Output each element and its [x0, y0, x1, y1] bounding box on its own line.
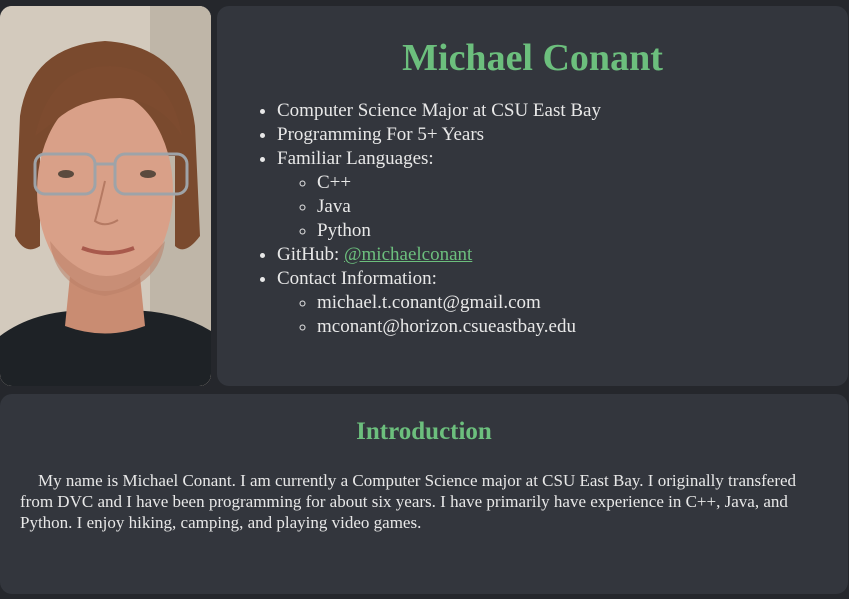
- fact-experience: Programming For 5+ Years: [277, 123, 848, 147]
- fact-contact: Contact Information: michael.t.conant@gm…: [277, 267, 848, 339]
- fact-major: Computer Science Major at CSU East Bay: [277, 99, 848, 123]
- introduction-heading: Introduction: [356, 418, 492, 445]
- contact-list: michael.t.conant@gmail.com mconant@horiz…: [277, 291, 848, 339]
- page: Michael Conant Computer Science Major at…: [0, 0, 849, 599]
- languages-label: Familiar Languages:: [277, 148, 434, 169]
- github-label: GitHub:: [277, 244, 340, 265]
- profile-photo-icon: [0, 6, 211, 386]
- languages-list: C++ Java Python: [277, 171, 848, 243]
- fact-languages: Familiar Languages: C++ Java Python: [277, 147, 848, 243]
- profile-facts-list: Computer Science Major at CSU East Bay P…: [217, 99, 848, 339]
- language-item: Python: [317, 219, 848, 243]
- github-link[interactable]: @michaelconant: [344, 244, 472, 265]
- language-item: Java: [317, 195, 848, 219]
- introduction-text: My name is Michael Conant. I am currentl…: [20, 471, 797, 532]
- email-item: michael.t.conant@gmail.com: [317, 291, 848, 315]
- introduction-card: Introduction My name is Michael Conant. …: [0, 394, 848, 594]
- fact-github: GitHub: @michaelconant: [277, 243, 848, 267]
- language-item: C++: [317, 171, 848, 195]
- profile-card: Michael Conant Computer Science Major at…: [217, 6, 848, 386]
- profile-name: Michael Conant: [402, 37, 663, 79]
- contact-label: Contact Information:: [277, 268, 437, 289]
- email-item: mconant@horizon.csueastbay.edu: [317, 315, 848, 339]
- profile-photo: [0, 6, 211, 386]
